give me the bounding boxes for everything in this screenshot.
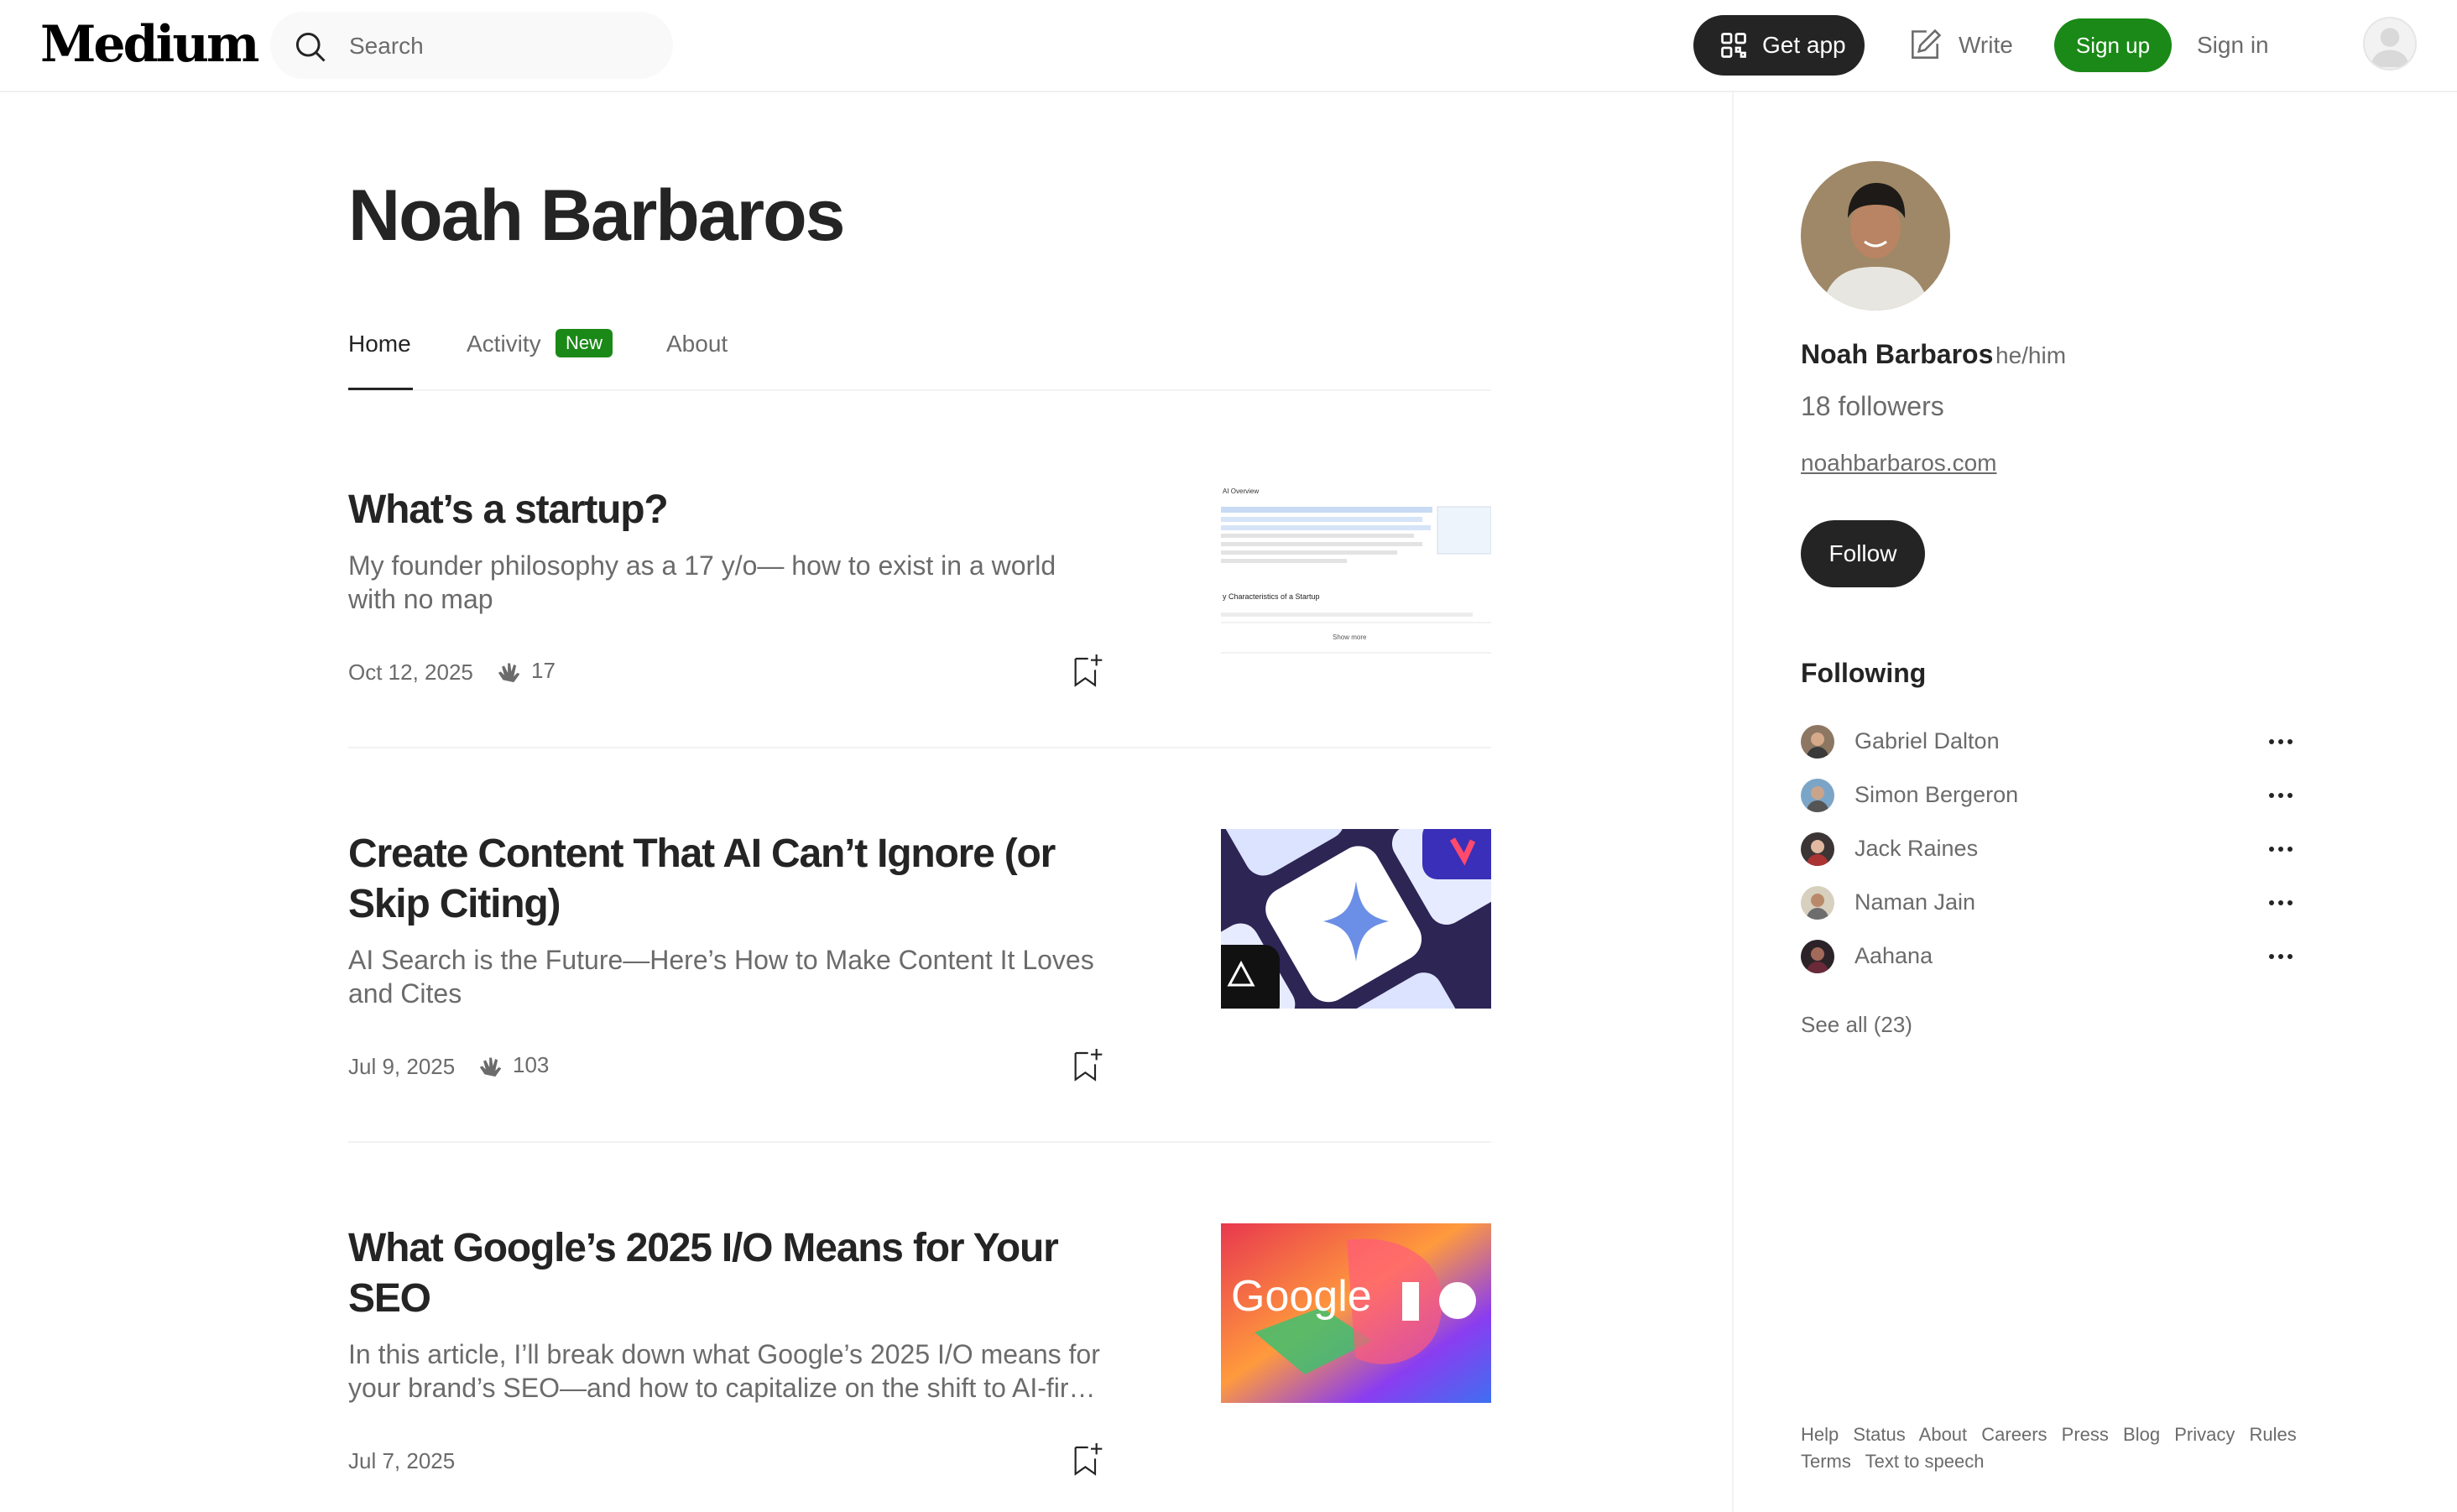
footer-links: Help Status About Careers Press Blog Pri…: [1801, 1421, 2321, 1475]
get-app-button[interactable]: Get app: [1693, 15, 1865, 76]
profile-tabs: Home Activity New About: [348, 327, 1491, 391]
thumb-heading: AI Overview: [1223, 487, 1259, 495]
more-options-icon[interactable]: [2264, 779, 2298, 812]
article-subtitle[interactable]: AI Search is the Future—Here’s How to Ma…: [348, 943, 1103, 1010]
article-date: Jul 9, 2025: [348, 1054, 456, 1079]
bookmark-add-icon[interactable]: [1070, 1047, 1103, 1084]
google-io-image: Google: [1221, 1223, 1491, 1403]
footer-link-blog[interactable]: Blog: [2123, 1424, 2160, 1445]
avatar: [1801, 779, 1834, 812]
article-card[interactable]: What Google’s 2025 I/O Means for Your SE…: [348, 1223, 1491, 1512]
article-thumbnail[interactable]: AI Overview y Characteristics of a Start…: [1221, 485, 1491, 665]
follow-button[interactable]: Follow: [1801, 520, 1925, 587]
bookmark-add-icon[interactable]: [1070, 1442, 1103, 1478]
following-item[interactable]: Aahana: [1801, 938, 2304, 975]
article-date: Jul 7, 2025: [348, 1448, 456, 1473]
avatar: [1801, 940, 1834, 973]
footer-link-careers[interactable]: Careers: [1981, 1424, 2047, 1445]
footer-link-privacy[interactable]: Privacy: [2174, 1424, 2235, 1445]
get-app-label: Get app: [1762, 32, 1846, 58]
write-button[interactable]: Write: [1907, 23, 2013, 67]
article-card[interactable]: What’s a startup? My founder philosophy …: [348, 485, 1491, 748]
article-subtitle[interactable]: In this article, I’ll break down what Go…: [348, 1337, 1103, 1405]
top-navigation-bar: Medium Get app Write Sign up Sign in: [0, 0, 2457, 92]
footer-link-rules[interactable]: Rules: [2249, 1424, 2296, 1445]
thumb-button: Show more: [1333, 633, 1367, 641]
article-thumbnail[interactable]: Google: [1221, 1223, 1491, 1403]
tab-about[interactable]: About: [666, 331, 728, 357]
footer-link-terms[interactable]: Terms: [1801, 1451, 1851, 1472]
more-options-icon[interactable]: [2264, 886, 2298, 920]
clap-count: 17: [496, 656, 556, 685]
bookmark-add-icon[interactable]: [1070, 653, 1103, 690]
new-badge: New: [556, 329, 613, 357]
footer-link-about[interactable]: About: [1919, 1424, 1968, 1445]
following-item[interactable]: Gabriel Dalton: [1801, 723, 2304, 760]
qr-code-icon: [1721, 33, 1746, 58]
user-avatar-menu[interactable]: [2363, 17, 2417, 70]
more-options-icon[interactable]: [2264, 832, 2298, 866]
footer-link-text-to-speech[interactable]: Text to speech: [1865, 1451, 1985, 1472]
footer-link-status[interactable]: Status: [1853, 1424, 1905, 1445]
avatar: [1801, 725, 1834, 759]
profile-sidebar: Noah Barbaros he/him 18 followers noahba…: [1732, 92, 2457, 1512]
more-options-icon[interactable]: [2264, 725, 2298, 759]
article-title[interactable]: What’s a startup?: [348, 485, 1103, 535]
article-thumbnail[interactable]: [1221, 829, 1491, 1009]
following-name: Aahana: [1854, 943, 1933, 968]
tab-home[interactable]: Home: [348, 331, 411, 357]
clap-icon: [498, 663, 520, 683]
following-item[interactable]: Naman Jain: [1801, 884, 2304, 921]
following-item[interactable]: Simon Bergeron: [1801, 777, 2304, 814]
profile-photo-image: [1801, 161, 1950, 310]
article-subtitle[interactable]: My founder philosophy as a 17 y/o— how t…: [348, 549, 1103, 616]
website-link[interactable]: noahbarbaros.com: [1801, 450, 1996, 477]
article-title[interactable]: Create Content That AI Can’t Ignore (or …: [348, 829, 1103, 930]
profile-pronouns: he/him: [1995, 342, 2067, 368]
profile-name[interactable]: Noah Barbaros: [1801, 339, 1993, 370]
active-tab-indicator: [348, 388, 413, 390]
following-name: Naman Jain: [1854, 889, 1976, 915]
article-date: Oct 12, 2025: [348, 660, 473, 685]
ai-overview-screenshot-image: AI Overview y Characteristics of a Start…: [1221, 485, 1491, 665]
followers-count[interactable]: 18 followers: [1801, 391, 1944, 422]
profile-avatar[interactable]: [1801, 161, 1950, 310]
avatar: [1801, 832, 1834, 866]
sign-in-link[interactable]: Sign in: [2197, 32, 2269, 59]
search-box[interactable]: [270, 12, 673, 79]
tab-activity[interactable]: Activity: [467, 331, 541, 357]
see-all-following-link[interactable]: See all (23): [1801, 1012, 1912, 1038]
following-item[interactable]: Jack Raines: [1801, 831, 2304, 868]
following-name: Jack Raines: [1854, 836, 1979, 861]
clap-count-value: 103: [513, 1051, 550, 1077]
page-title: Noah Barbaros: [348, 175, 845, 256]
write-icon: [1912, 29, 1942, 59]
write-label: Write: [1959, 32, 2013, 58]
medium-logo[interactable]: Medium: [40, 15, 259, 74]
following-name: Simon Bergeron: [1854, 782, 2019, 807]
more-options-icon[interactable]: [2264, 940, 2298, 973]
search-input[interactable]: [347, 25, 653, 67]
google-logo-text: Google: [1231, 1272, 1372, 1321]
sign-up-button[interactable]: Sign up: [2054, 18, 2172, 72]
clap-count-value: 17: [531, 657, 556, 683]
clap-count: 103: [477, 1051, 549, 1079]
ai-icons-illustration-image: [1221, 829, 1491, 1009]
following-heading: Following: [1801, 658, 1927, 688]
clap-icon: [479, 1057, 502, 1077]
article-title[interactable]: What Google’s 2025 I/O Means for Your SE…: [348, 1223, 1103, 1324]
following-name: Gabriel Dalton: [1854, 728, 2000, 753]
article-card[interactable]: Create Content That AI Can’t Ignore (or …: [348, 829, 1491, 1143]
thumb-subheading: y Characteristics of a Startup: [1223, 592, 1320, 601]
footer-link-press[interactable]: Press: [2062, 1424, 2109, 1445]
avatar: [1801, 886, 1834, 920]
search-icon: [295, 32, 326, 62]
default-avatar-icon: [2371, 28, 2409, 68]
footer-link-help[interactable]: Help: [1801, 1424, 1839, 1445]
